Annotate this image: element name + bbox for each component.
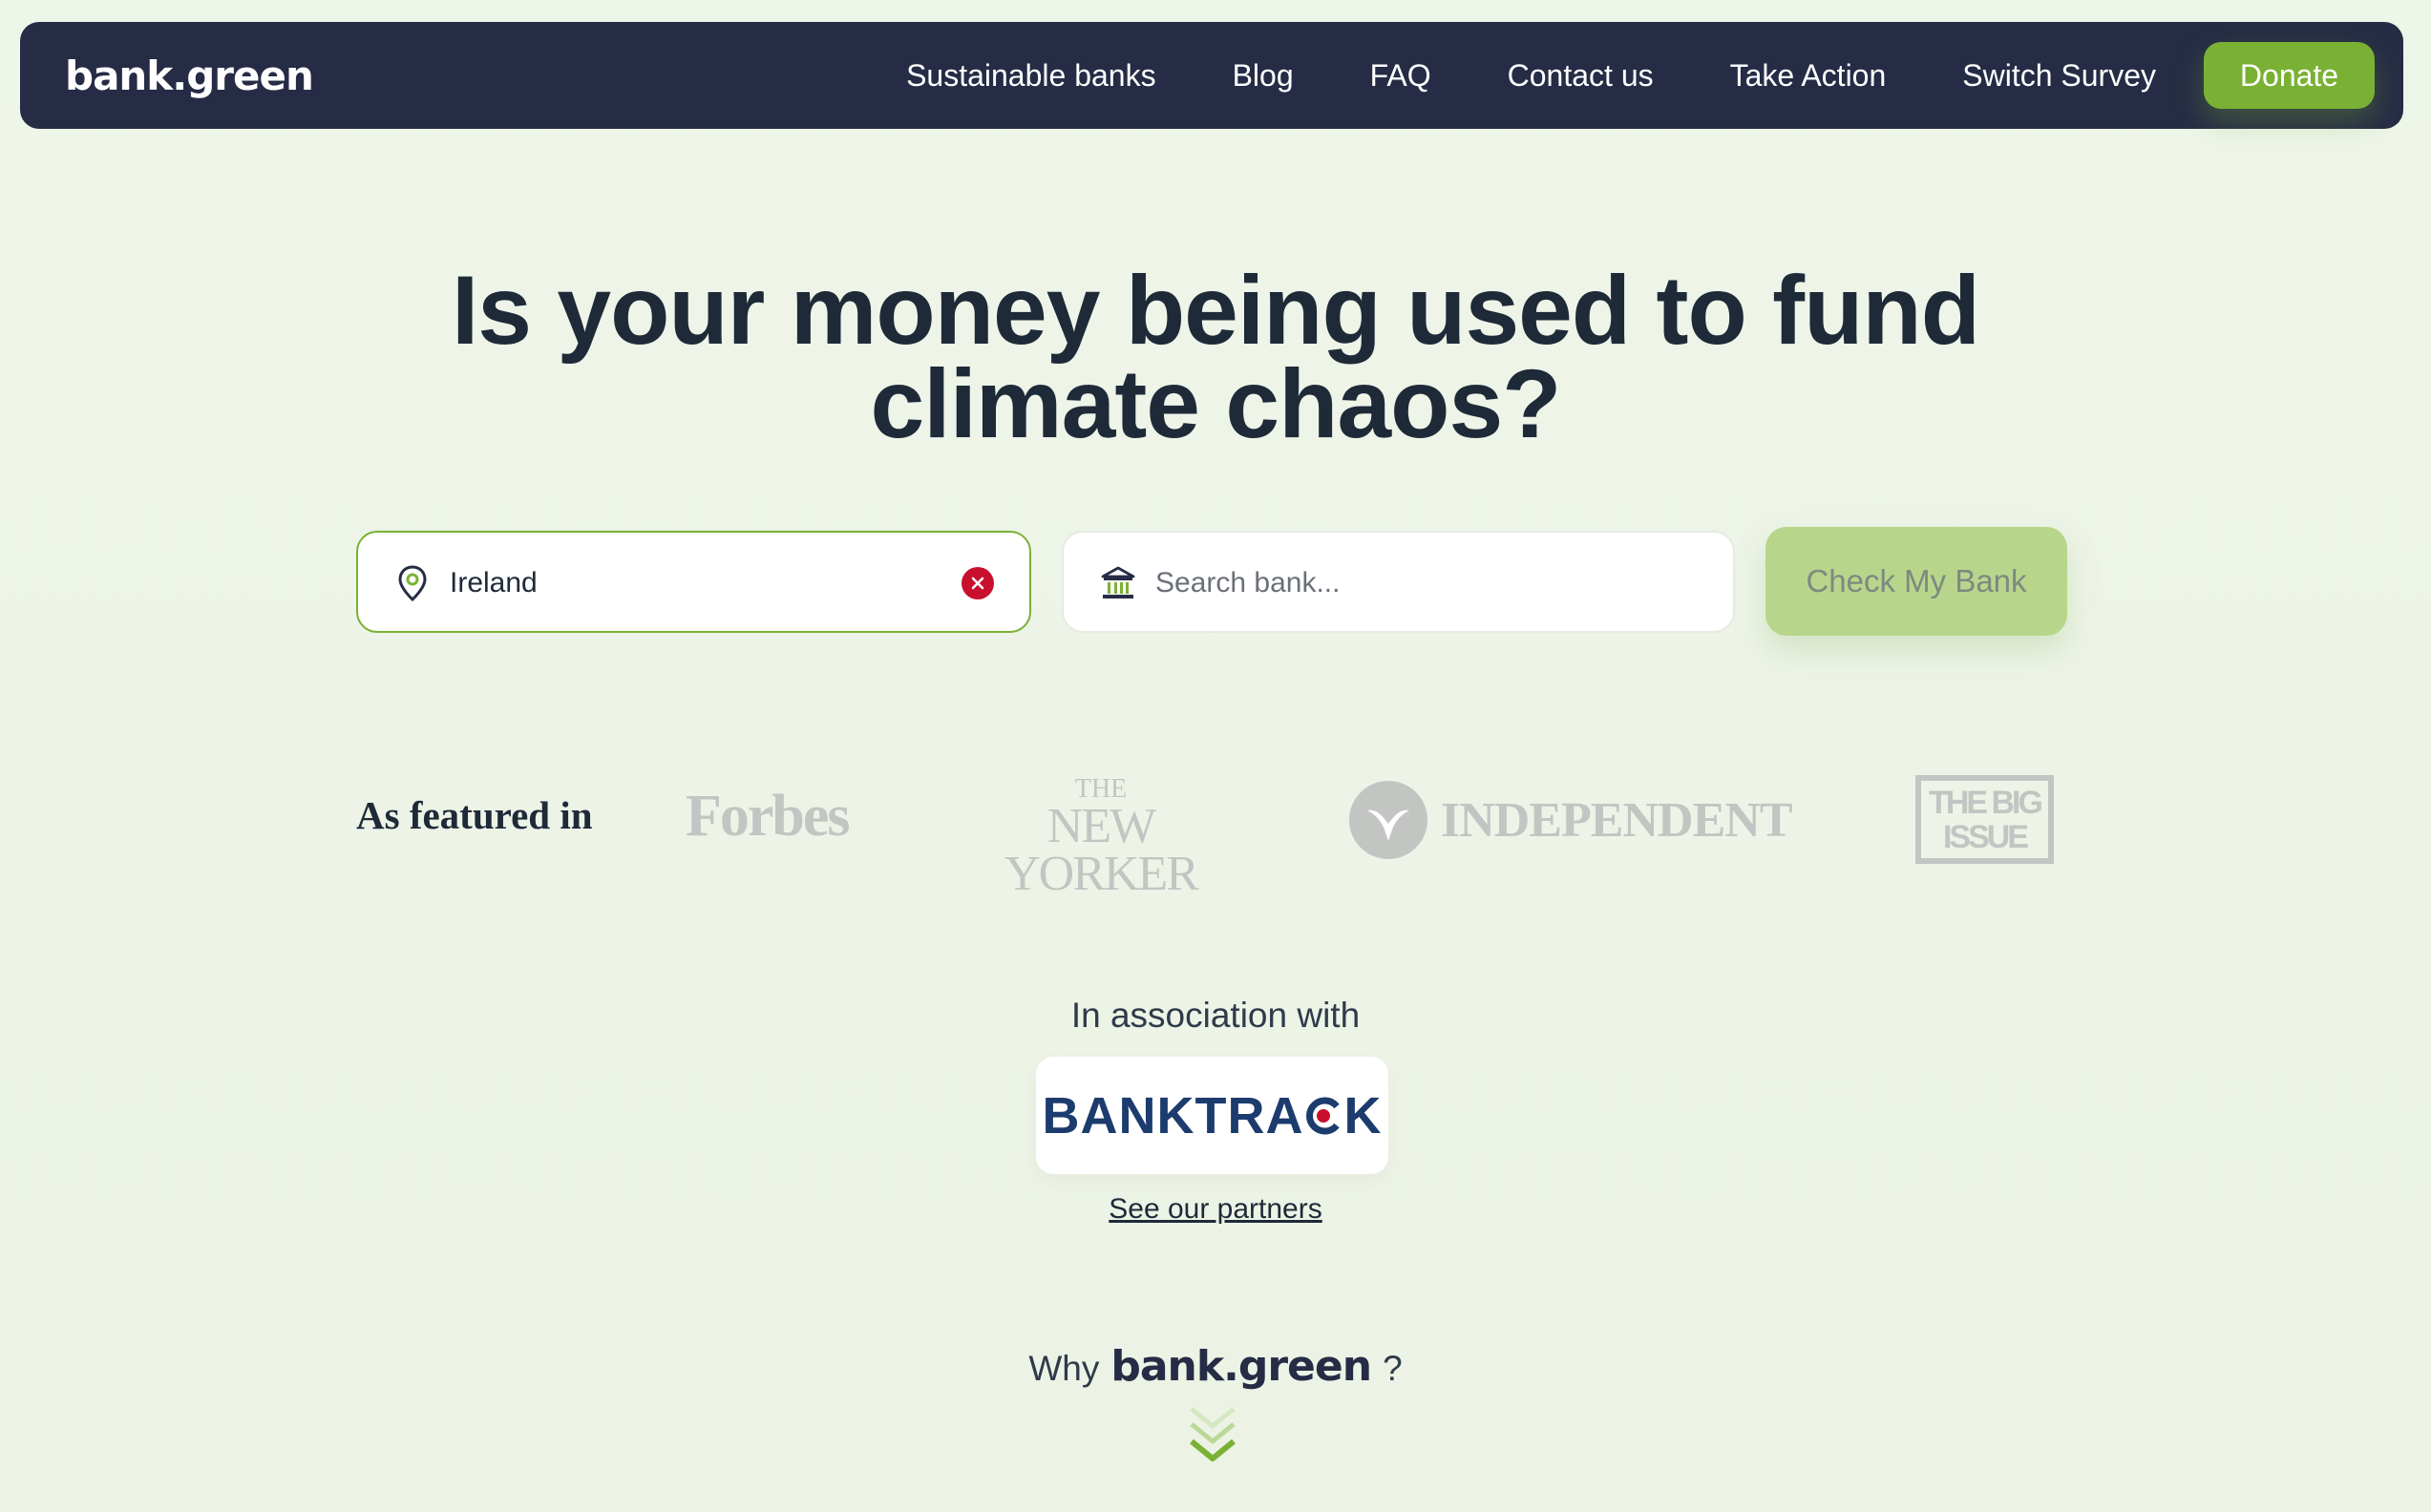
why-section-heading: Why bank.green ? [0, 1342, 2431, 1391]
clear-country-button[interactable] [962, 567, 994, 599]
scroll-down-chevron-icon[interactable] [1186, 1403, 1239, 1472]
see-partners-link[interactable]: See our partners [1109, 1193, 1321, 1225]
banktrack-logo-card[interactable]: BANKTRA K [1036, 1057, 1388, 1174]
association-label: In association with [1070, 996, 1361, 1035]
new-yorker-logo-name: NEW YORKER [1004, 799, 1199, 901]
featured-label: As featured in [356, 793, 593, 837]
why-logo: bank.green [1110, 1342, 1372, 1391]
new-yorker-logo: THE NEW YORKER [981, 776, 1221, 901]
nav-link-take-action[interactable]: Take Action [1730, 58, 1887, 94]
nav-link-faq[interactable]: FAQ [1370, 58, 1431, 94]
big-issue-logo: THE BIG ISSUE [1915, 775, 2054, 864]
nav-link-switch-survey[interactable]: Switch Survey [1962, 58, 2156, 94]
independent-logo: INDEPENDENT [1349, 781, 1792, 859]
partners-link-wrapper: See our partners [0, 1193, 2431, 1226]
nav-link-blog[interactable]: Blog [1233, 58, 1294, 94]
why-suffix: ? [1383, 1349, 1403, 1388]
location-pin-icon [398, 565, 427, 602]
bank-search-input[interactable] [1155, 561, 1614, 605]
banktrack-logo-left: BANKTRA [1042, 1086, 1304, 1144]
site-logo[interactable]: bank.green [65, 52, 314, 99]
forbes-logo: Forbes [686, 784, 851, 849]
country-input[interactable] [450, 561, 908, 605]
nav-link-contact-us[interactable]: Contact us [1508, 58, 1654, 94]
donate-button[interactable]: Donate [2204, 42, 2375, 109]
hero-headline: Is your money being used to fund climate… [451, 256, 1980, 458]
nav-link-sustainable-banks[interactable]: Sustainable banks [906, 58, 1156, 94]
big-issue-logo-line2: ISSUE [1942, 818, 2029, 855]
banktrack-logo-right: K [1343, 1086, 1383, 1144]
independent-logo-text: INDEPENDENT [1441, 792, 1792, 848]
nav-links: Sustainable banks Blog FAQ Contact us Ta… [906, 42, 2375, 109]
eagle-icon [1349, 781, 1427, 859]
why-prefix: Why [1028, 1349, 1100, 1388]
banktrack-logo: BANKTRA K [1043, 1086, 1383, 1145]
close-icon [971, 577, 984, 590]
big-issue-logo-line1: THE BIG [1929, 784, 2043, 821]
check-my-bank-button[interactable]: Check My Bank [1765, 527, 2067, 636]
country-field[interactable] [356, 531, 1031, 633]
top-navbar: bank.green Sustainable banks Blog FAQ Co… [20, 22, 2403, 129]
bank-building-icon [1101, 566, 1135, 598]
target-icon [1306, 1097, 1341, 1134]
bank-search-field[interactable] [1062, 531, 1735, 633]
